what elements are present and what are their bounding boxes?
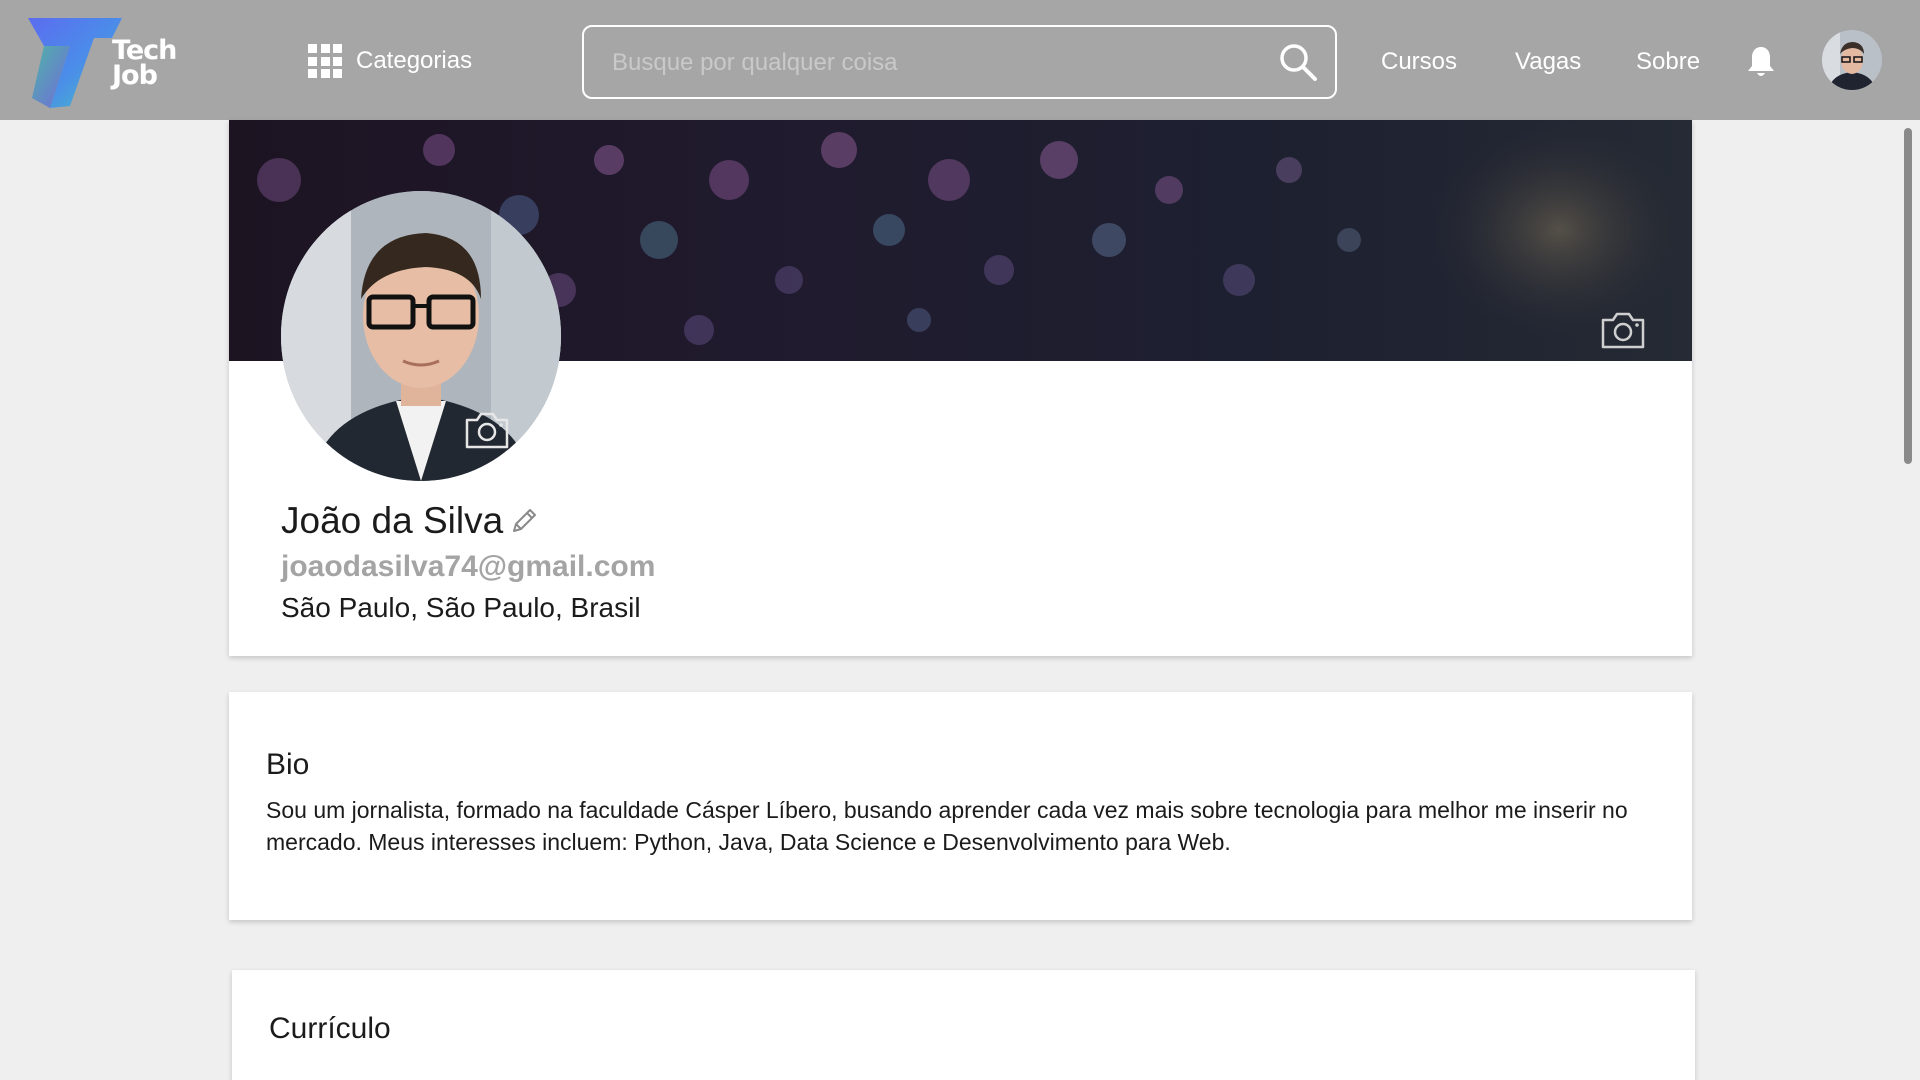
curriculum-title: Currículo — [269, 1012, 391, 1045]
user-avatar-image — [1822, 30, 1882, 90]
bell-icon[interactable] — [1746, 45, 1776, 79]
nav-link-cursos[interactable]: Cursos — [1381, 48, 1457, 76]
nav-link-sobre[interactable]: Sobre — [1636, 48, 1700, 76]
search-input[interactable] — [612, 45, 1252, 81]
profile-name: João da Silva — [281, 500, 504, 541]
profile-email: joaodasilva74@gmail.com — [281, 550, 656, 583]
avatar-camera-icon[interactable] — [464, 410, 510, 450]
page-scrollbar[interactable] — [1904, 128, 1912, 464]
logo-text: Tech Job — [112, 37, 177, 91]
nav-link-vagas[interactable]: Vagas — [1515, 48, 1581, 76]
profile-location: São Paulo, São Paulo, Brasil — [281, 592, 641, 623]
bio-card: Bio Sou um jornalista, formado na faculd… — [229, 692, 1692, 920]
cover-camera-icon[interactable] — [1600, 310, 1646, 350]
user-avatar[interactable] — [1822, 30, 1882, 90]
techjob-logo[interactable]: Tech Job — [24, 16, 184, 110]
grid-icon — [308, 44, 342, 78]
top-navigation-bar: Tech Job Categorias Cursos Vagas Sobre — [0, 0, 1920, 120]
pencil-icon[interactable] — [508, 505, 540, 537]
categories-label: Categorias — [356, 47, 473, 74]
search-icon[interactable] — [1277, 41, 1319, 83]
curriculum-card: Currículo — [232, 970, 1695, 1080]
search-bar — [582, 25, 1337, 99]
categories-menu-button[interactable]: Categorias — [308, 44, 472, 78]
profile-photo — [281, 191, 561, 481]
profile-card: João da Silva joaodasilva74@gmail.com Sã… — [229, 120, 1692, 656]
logo-text-line2: Job — [112, 60, 158, 91]
bio-text: Sou um jornalista, formado na faculdade … — [266, 797, 1628, 855]
profile-avatar[interactable] — [281, 191, 561, 481]
bio-title: Bio — [266, 748, 310, 781]
